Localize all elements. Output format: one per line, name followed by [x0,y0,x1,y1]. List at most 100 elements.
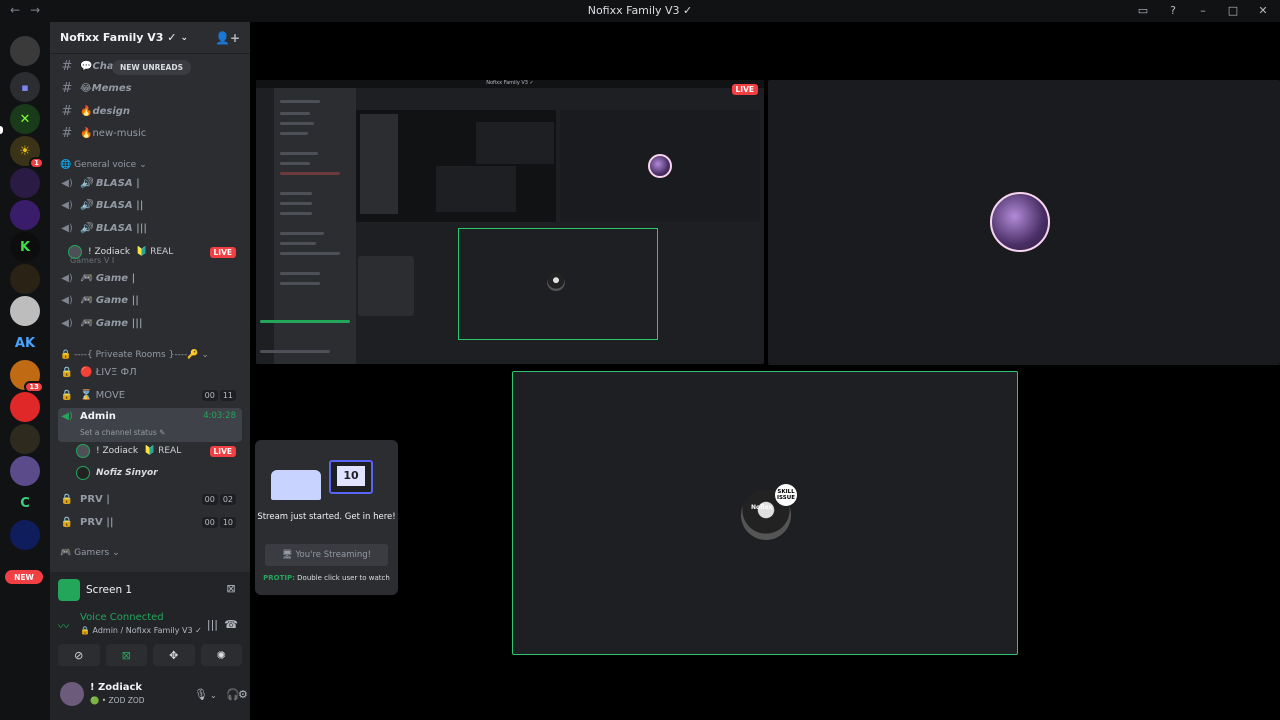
voice-channel-move[interactable]: 🔒 ⌛ MOVE 00 11 [58,385,242,405]
voice-channel-prv-2[interactable]: 🔒 PRV || 00 10 [58,512,242,532]
voice-channel-admin[interactable]: ◀) Admin 4:03:28 Set a channel status ✎ [58,408,242,442]
server-icon-5[interactable] [10,296,40,326]
new-unreads-pill[interactable]: NEW UNREADS [112,60,191,75]
server-icon-x[interactable]: ✕ [10,104,40,134]
channel-label: 🔴 ŁIVΞ ФЛ [80,366,137,378]
voice-member-nofiz[interactable]: Nofiz Sinyor [76,463,242,483]
mini-green-tile [458,228,658,340]
mini-line [280,202,312,205]
channel-live-room[interactable]: 🔒 🔴 ŁIVΞ ФЛ [58,362,242,382]
voice-channel-blasa-3[interactable]: ◀) 🔊 BLASA ||| [58,218,242,238]
noise-suppression-icon[interactable]: ||| [207,618,218,631]
server-icon-k[interactable]: K [10,232,40,262]
stream-tile-user[interactable] [768,80,1280,365]
hash-icon: # [61,80,73,96]
voice-channel-game-2[interactable]: ◀) 🎮 Game || [58,290,242,310]
voice-channel-game-1[interactable]: ◀) 🎮 Game | [58,268,242,288]
settings-icon[interactable]: ⚙ [238,688,248,701]
mini-line [280,282,320,285]
screen-share-button[interactable]: ⊠ [105,644,147,666]
server-header[interactable]: Nofixx Family V3 ✓ ⌄ 👤+ [50,22,250,54]
user-limit-counter: 00 11 [201,389,236,401]
mini-avatar [648,154,672,178]
voice-channel-prv-1[interactable]: 🔒 PRV | 00 02 [58,489,242,509]
channel-label: 🔊 BLASA || [80,199,144,211]
stream-card-text: Stream just started. Get in here! [257,512,396,522]
voice-connected-label[interactable]: Voice Connected [80,612,164,623]
voice-channel-game-3[interactable]: ◀) 🎮 Game ||| [58,313,242,333]
speaker-icon: ◀) [61,272,73,284]
voice-channel-blasa-2[interactable]: ◀) 🔊 BLASA || [58,195,242,215]
server-icon-c[interactable]: C [10,488,40,518]
server-icon-3[interactable] [10,200,40,230]
close-stream-icon[interactable]: ⊠ [224,582,238,596]
screen-share-row[interactable]: Screen 1 ⊠ [58,578,242,602]
disconnect-icon[interactable]: ☎ [224,618,238,631]
category-private-rooms[interactable]: 🔒 ----{ Priveate Rooms }----🔑 ⌄ [60,350,209,360]
live-badge: LIVE [209,246,236,258]
stream-tile-focused[interactable]: Nofixx SKILL ISSUE [512,371,1018,655]
count-current: 00 [201,516,218,528]
chevron-down-icon[interactable]: ⌄ [210,691,217,700]
voice-member-zodiack[interactable]: ! Zodiack 🔰 REAL LIVE [76,441,242,461]
voice-channel-blasa-1[interactable]: ◀) 🔊 BLASA | [58,173,242,193]
server-icon-dm[interactable] [10,36,40,66]
channel-label: 🎮 Game || [80,294,139,306]
youre-streaming-button[interactable]: 🖥 You're Streaming! [265,544,388,566]
channel-label: PRV | [80,493,110,505]
title-bar: ← → Nofixx Family V3 ✓ ▭ ? – □ ✕ [0,0,1280,22]
chair-illustration [271,470,321,500]
camera-off-button[interactable]: ⊘ [58,644,100,666]
help-icon[interactable]: ? [1166,3,1180,17]
mini-nested-sidebar [360,114,398,214]
new-badge[interactable]: NEW [5,570,43,584]
speaker-icon: ◀) [61,199,73,211]
avatar[interactable] [60,682,84,706]
avatar [990,192,1050,252]
server-icon-2[interactable] [10,168,40,198]
category-gamers[interactable]: 🎮 Gamers ⌄ [60,548,120,558]
mini-window-title: Nofixx Family V3 ✓ [486,80,534,86]
skill-issue-badge: SKILL ISSUE [775,484,797,506]
category-general-voice[interactable]: 🌐 General voice ⌄ [60,160,147,170]
server-icon-ak[interactable]: AK [10,328,40,358]
maximize-icon[interactable]: □ [1226,3,1240,17]
speaker-icon: ◀) [61,411,73,422]
server-icon-1[interactable]: ☀ 1 [10,136,44,169]
server-icon-4[interactable] [10,264,40,294]
member-tag: 🔰 REAL [144,446,182,456]
activities-button[interactable]: ✥ [153,644,195,666]
member-name: Nofiz Sinyor [96,468,158,478]
server-icon-7[interactable] [10,392,40,422]
mini-line [280,252,340,255]
hash-icon: # [61,125,73,141]
inbox-icon[interactable]: ▭ [1136,3,1150,17]
minimize-icon[interactable]: – [1196,3,1210,17]
server-icon-6[interactable]: 13 [10,360,44,393]
server-name: Nofixx Family V3 ✓ [60,31,177,44]
server-rail: ▪ ✕ ☀ 1 K AK 13 C NEW [0,22,50,720]
user-name[interactable]: ! Zodiack [90,682,142,693]
channel-status[interactable]: Set a channel status ✎ [80,428,165,437]
soundboard-button[interactable]: ✺ [200,644,242,666]
add-member-icon[interactable]: 👤+ [215,31,240,45]
stream-tile-screen[interactable]: Nofixx Family V3 ✓ LIVE [256,80,764,364]
channel-design[interactable]: # 🔥 design [58,101,242,121]
server-icon-9[interactable] [10,456,40,486]
channel-label: 🔊 BLASA | [80,177,140,189]
mini-nested-tile [436,166,516,212]
close-icon[interactable]: ✕ [1256,3,1270,17]
server-icon-8[interactable] [10,424,40,454]
channel-new-music[interactable]: # 🔥 new-music [58,123,242,143]
voice-connection: 〰 Voice Connected 🔒 Admin / Nofixx Famil… [58,612,242,638]
mini-line [280,162,310,165]
member-name: ! Zodiack [96,446,139,456]
microphone-icon[interactable]: 🎙 [194,688,208,701]
server-icon-folder[interactable]: ▪ [10,72,40,102]
mini-avatar-tile [560,110,760,222]
channel-memes[interactable]: # 😂 Memes [58,78,242,98]
screen-share-icon [58,579,80,601]
voice-channel-link[interactable]: 🔒 Admin / Nofixx Family V3 ✓ [80,626,202,635]
server-icon-10[interactable] [10,520,40,550]
lock-icon: 🔒 [60,389,74,401]
